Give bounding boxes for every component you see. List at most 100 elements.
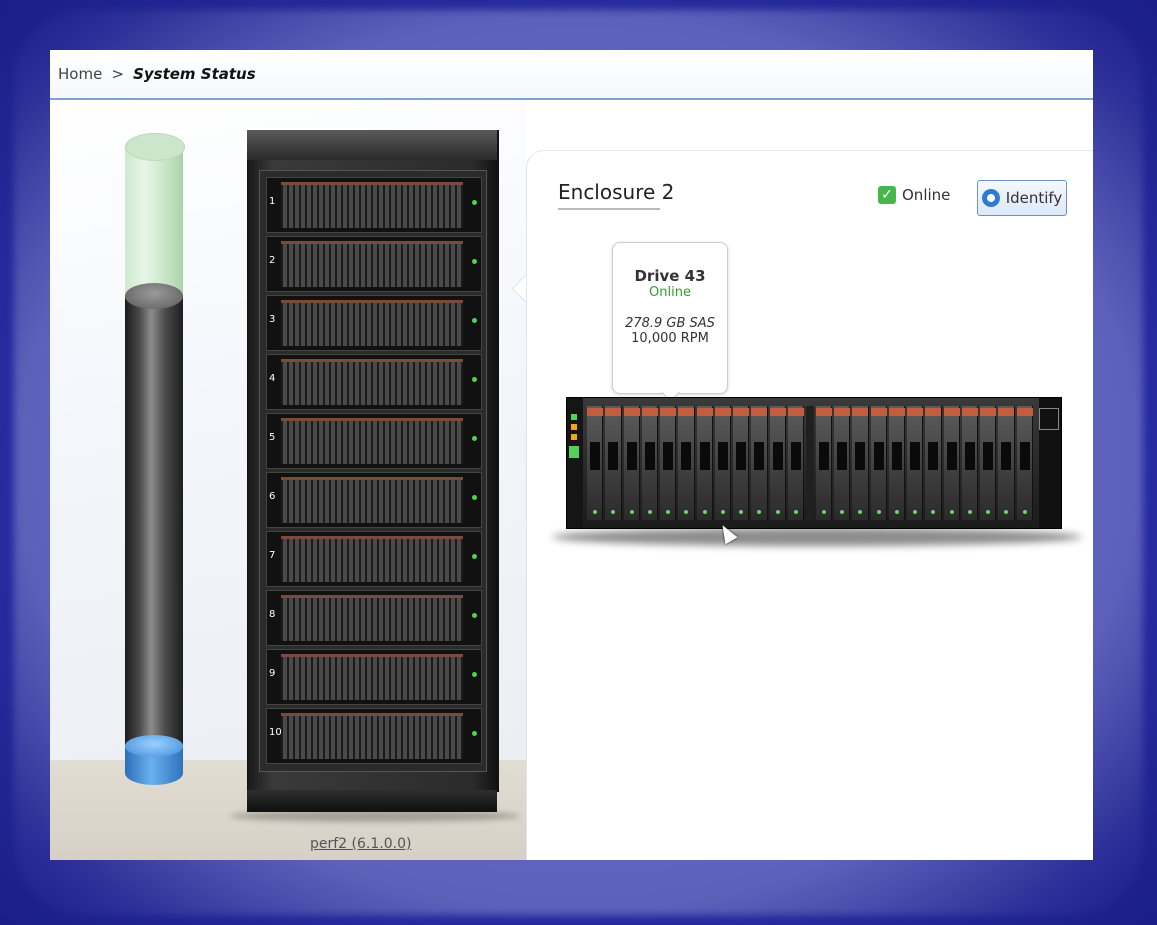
drive-bay[interactable] bbox=[815, 406, 833, 520]
enclosure-title: Enclosure 2 bbox=[558, 180, 675, 204]
tooltip-drive-rpm: 10,000 RPM bbox=[631, 331, 709, 346]
enclosure-left-bezel bbox=[567, 398, 583, 528]
power-led bbox=[571, 414, 577, 420]
drive-bay[interactable] bbox=[678, 406, 695, 520]
warning-led bbox=[571, 434, 577, 440]
rack-slot-led bbox=[472, 613, 477, 618]
identify-label: Identify bbox=[1005, 189, 1063, 207]
rack-slot-bays bbox=[281, 359, 463, 405]
drive-bay[interactable] bbox=[907, 406, 924, 520]
rack-slot-number: 8 bbox=[269, 609, 276, 620]
rack-slot-bays bbox=[281, 182, 463, 228]
rack-slot-led bbox=[472, 731, 477, 736]
cylinder-base-top bbox=[125, 735, 183, 757]
rack-slot[interactable]: 1 bbox=[266, 177, 482, 233]
rack-slot-bays bbox=[281, 241, 463, 287]
breadcrumb-separator: > bbox=[111, 65, 124, 83]
rack-slot-number: 7 bbox=[269, 550, 276, 561]
rack-slot[interactable]: 6 bbox=[266, 472, 482, 528]
capacity-cylinder[interactable] bbox=[125, 133, 185, 785]
rack-slot-number: 6 bbox=[269, 491, 276, 502]
rack-slot-led bbox=[472, 200, 477, 205]
drive-bay[interactable] bbox=[834, 406, 851, 520]
rack-slot-led bbox=[472, 495, 477, 500]
drive-bay[interactable] bbox=[751, 406, 768, 520]
rack-slot-led bbox=[472, 554, 477, 559]
rack-slot[interactable]: 8 bbox=[266, 590, 482, 646]
rack-slot-number: 9 bbox=[269, 668, 276, 679]
rack-slot-number: 2 bbox=[269, 255, 276, 266]
vendor-logo-icon bbox=[1039, 408, 1059, 430]
rack-slot-bays bbox=[281, 300, 463, 346]
drive-bay[interactable] bbox=[998, 406, 1015, 520]
drive-bay[interactable] bbox=[980, 406, 997, 520]
breadcrumb-home-link[interactable]: Home bbox=[58, 65, 102, 83]
rack-slot-led bbox=[472, 259, 477, 264]
drive-bay[interactable] bbox=[943, 406, 960, 520]
drive-bay[interactable] bbox=[925, 406, 942, 520]
rack-slot[interactable]: 3 bbox=[266, 295, 482, 351]
drive-bay[interactable] bbox=[1016, 406, 1033, 520]
rack-slot-led bbox=[472, 318, 477, 323]
drive-bay[interactable] bbox=[870, 406, 887, 520]
drive-bay[interactable] bbox=[733, 406, 750, 520]
rack-slot-bays bbox=[281, 713, 463, 759]
rack-slot[interactable]: 5 bbox=[266, 413, 482, 469]
rack-slot-number: 5 bbox=[269, 432, 276, 443]
rack-slot-bays bbox=[281, 418, 463, 464]
drive-tooltip: Drive 43 Online 278.9 GB SAS 10,000 RPM bbox=[612, 242, 728, 394]
breadcrumb-current: System Status bbox=[133, 65, 256, 83]
identify-button[interactable]: ⚙ Identify bbox=[977, 180, 1067, 216]
rack-slot[interactable]: 9 bbox=[266, 649, 482, 705]
drive-bays bbox=[587, 406, 1033, 520]
drive-bay[interactable] bbox=[769, 406, 786, 520]
enclosure-right-bezel bbox=[1039, 398, 1061, 528]
drive-bay[interactable] bbox=[660, 406, 677, 520]
rack-slot[interactable]: 2 bbox=[266, 236, 482, 292]
rack-base bbox=[247, 790, 497, 812]
fault-led bbox=[571, 424, 577, 430]
title-underline bbox=[558, 208, 660, 210]
rack-slot-number: 4 bbox=[269, 373, 276, 384]
drive-bay[interactable] bbox=[888, 406, 906, 520]
cylinder-used-section bbox=[125, 295, 183, 775]
breadcrumb: Home > System Status bbox=[50, 50, 1093, 100]
enclosure-shadow bbox=[552, 528, 1082, 546]
enclosure-status: ✓ Online bbox=[878, 186, 950, 204]
drive-bay[interactable] bbox=[787, 406, 805, 520]
screen: Home > System Status 1 2 3 4 5 6 7 8 9 1… bbox=[50, 50, 1093, 860]
drive-bay[interactable] bbox=[696, 406, 713, 520]
rack-slot-bays bbox=[281, 595, 463, 641]
drive-bay[interactable] bbox=[961, 406, 979, 520]
enclosure-unit[interactable] bbox=[566, 397, 1062, 529]
drive-divider bbox=[806, 406, 814, 520]
rack-slot-number: 3 bbox=[269, 314, 276, 325]
cylinder-top bbox=[125, 133, 185, 161]
tooltip-drive-capacity: 278.9 GB SAS bbox=[625, 316, 715, 331]
rack-slot[interactable]: 10 bbox=[266, 708, 482, 764]
rack-slot-number: 1 bbox=[269, 196, 276, 207]
rack-slot-bays bbox=[281, 536, 463, 582]
drive-bay[interactable] bbox=[852, 406, 869, 520]
gear-icon: ⚙ bbox=[981, 189, 1000, 207]
drive-bay[interactable] bbox=[605, 406, 622, 520]
system-name-link[interactable]: perf2 (6.1.0.0) bbox=[310, 836, 411, 852]
cylinder-used-top bbox=[125, 283, 183, 309]
status-indicator bbox=[569, 446, 579, 458]
tooltip-drive-name: Drive 43 bbox=[634, 267, 706, 285]
drive-bay[interactable] bbox=[714, 406, 732, 520]
tooltip-drive-status: Online bbox=[649, 285, 691, 300]
rack-slot[interactable]: 4 bbox=[266, 354, 482, 410]
enclosure-status-label: Online bbox=[902, 186, 951, 204]
rack-slot-bays bbox=[281, 654, 463, 700]
rack-body: 1 2 3 4 5 6 7 8 9 10 bbox=[259, 170, 487, 772]
drive-bay[interactable] bbox=[623, 406, 640, 520]
rack-slot[interactable]: 7 bbox=[266, 531, 482, 587]
rack-slot-led bbox=[472, 377, 477, 382]
drive-bay[interactable] bbox=[641, 406, 659, 520]
rack-slot-led bbox=[472, 436, 477, 441]
drive-bay[interactable] bbox=[587, 406, 604, 520]
rack-top bbox=[247, 130, 497, 160]
rack-slot-bays bbox=[281, 477, 463, 523]
rack-slot-number: 10 bbox=[269, 727, 282, 738]
